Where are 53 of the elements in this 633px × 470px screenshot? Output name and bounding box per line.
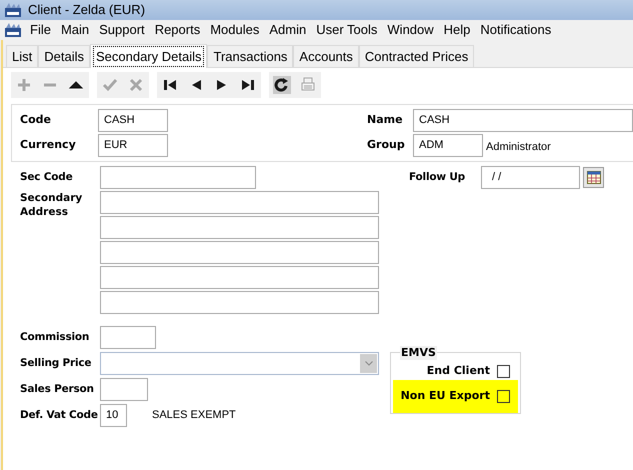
field-label: Selling Price <box>20 356 92 371</box>
menu-item[interactable]: Window <box>387 20 434 40</box>
field-label: Sec Code <box>20 170 74 185</box>
input-field[interactable] <box>100 378 148 401</box>
tab[interactable]: List <box>6 45 38 67</box>
menu-item[interactable]: Help <box>444 20 470 40</box>
field-label: Group <box>367 137 406 154</box>
window-title: Client - Zelda (EUR) <box>28 1 146 20</box>
app-logo-icon[interactable] <box>4 22 22 38</box>
input-field[interactable]: EUR <box>98 134 168 157</box>
tab[interactable]: Transactions <box>207 45 294 67</box>
menu-item[interactable]: Admin <box>269 20 306 40</box>
input-field[interactable]: / / <box>481 166 580 189</box>
calendar-button[interactable] <box>583 167 604 188</box>
input-field[interactable]: ADM <box>413 134 483 157</box>
menu-item[interactable]: Support <box>99 20 145 40</box>
refresh-icon[interactable] <box>273 76 291 94</box>
checkbox[interactable] <box>497 390 510 403</box>
group-box-title: EMVS <box>400 346 437 360</box>
input-field[interactable]: CASH <box>413 109 633 132</box>
app-logo-icon <box>4 2 22 18</box>
field-label: Sales Person <box>20 382 95 397</box>
checkbox-label: End Client <box>426 362 490 379</box>
menu-item[interactable]: Main <box>60 20 90 40</box>
menu-item[interactable]: Reports <box>154 20 200 40</box>
field-label: Commission <box>20 330 90 345</box>
vat-description: SALES EXEMPT <box>152 408 236 424</box>
menu-item[interactable]: File <box>30 20 51 40</box>
dropdown-field[interactable] <box>100 352 379 375</box>
field-label: Secondary Address <box>20 191 84 220</box>
field-label: Name <box>367 112 404 128</box>
group-description: Administrator <box>486 140 551 156</box>
checkbox-label: Non EU Export <box>400 388 490 404</box>
tab[interactable]: Secondary Details <box>90 44 208 68</box>
input-field[interactable] <box>100 191 379 214</box>
input-field[interactable]: CASH <box>98 109 168 132</box>
field-label: Code <box>20 112 52 128</box>
tab[interactable]: Contracted Prices <box>358 45 474 67</box>
input-field[interactable] <box>100 291 379 314</box>
menu-item[interactable]: Modules <box>210 20 260 40</box>
tab[interactable]: Accounts <box>293 45 359 67</box>
menu-item[interactable]: Notifications <box>480 20 552 40</box>
menu-item[interactable]: User Tools <box>316 20 378 40</box>
input-field[interactable] <box>100 241 379 264</box>
input-field[interactable] <box>100 216 379 239</box>
field-label: Def. Vat Code <box>20 408 99 423</box>
input-field[interactable] <box>100 166 256 189</box>
checkbox[interactable] <box>497 364 510 378</box>
field-label: Currency <box>20 137 77 154</box>
input-field[interactable] <box>100 326 156 349</box>
input-field[interactable]: 10 <box>100 404 127 427</box>
field-label: Follow Up <box>409 170 466 185</box>
input-field[interactable] <box>100 266 379 289</box>
